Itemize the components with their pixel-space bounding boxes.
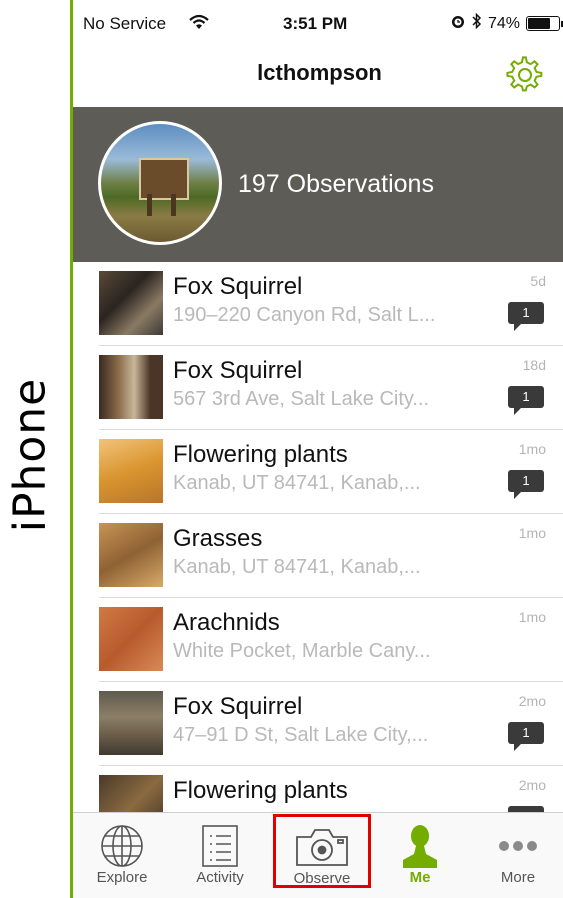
list-item[interactable]: Grasses Kanab, UT 84741, Kanab,... 1mo xyxy=(73,514,563,598)
observation-name: Grasses xyxy=(173,525,263,552)
observation-name: Flowering plants xyxy=(173,441,348,468)
observation-name: Fox Squirrel xyxy=(173,693,303,720)
tab-label: Activity xyxy=(196,869,244,886)
observation-age: 1mo xyxy=(518,441,546,457)
list-item[interactable]: Fox Squirrel 567 3rd Ave, Salt Lake City… xyxy=(73,346,563,430)
nav-bar: lcthompson xyxy=(73,48,563,106)
observation-age: 2mo xyxy=(518,693,546,709)
comment-badge: 1 xyxy=(508,386,544,415)
comment-badge: 1 xyxy=(508,722,544,751)
observation-age: 1mo xyxy=(518,609,546,625)
list-item[interactable]: Fox Squirrel 47–91 D St, Salt Lake City,… xyxy=(73,682,563,766)
phone-screen: No Service 3:51 PM 74% lcthompson 197 Ob… xyxy=(70,0,563,898)
activity-list-icon xyxy=(171,823,269,869)
observation-age: 2mo xyxy=(518,777,546,793)
observation-age: 18d xyxy=(522,357,546,373)
device-label-text: iPhone xyxy=(4,377,56,533)
bluetooth-icon xyxy=(472,12,482,34)
observation-age: 5d xyxy=(530,273,546,289)
observation-thumbnail xyxy=(99,523,163,587)
observation-name: Flowering plants xyxy=(173,777,348,804)
person-icon xyxy=(371,823,469,869)
more-dots-icon xyxy=(469,823,563,869)
camera-icon xyxy=(276,824,368,870)
tab-label: Observe xyxy=(293,870,351,887)
observation-thumbnail xyxy=(99,607,163,671)
avatar-post xyxy=(147,194,152,216)
tab-bar: Explore Activity Observe Me More xyxy=(73,812,563,898)
tab-me[interactable]: Me xyxy=(371,813,469,898)
observation-name: Arachnids xyxy=(173,609,280,636)
list-item[interactable]: Arachnids White Pocket, Marble Cany... 1… xyxy=(73,598,563,682)
status-bar: No Service 3:51 PM 74% xyxy=(73,0,563,48)
carrier-text: No Service xyxy=(83,14,167,33)
observation-location: Kanab, UT 84741, Kanab,... xyxy=(173,556,421,578)
tab-label: More xyxy=(500,869,536,886)
observation-thumbnail xyxy=(99,271,163,335)
observation-age: 1mo xyxy=(518,525,546,541)
observation-thumbnail xyxy=(99,439,163,503)
page-title: lcthompson xyxy=(257,60,382,85)
gear-icon[interactable] xyxy=(506,56,544,99)
observation-thumbnail xyxy=(99,691,163,755)
avatar-post xyxy=(171,194,176,216)
avatar[interactable] xyxy=(98,121,222,245)
clock-time: 3:51 PM xyxy=(283,14,348,33)
profile-header: 197 Observations xyxy=(73,107,563,262)
battery-icon xyxy=(526,16,563,31)
globe-icon xyxy=(73,823,171,869)
comment-badge: 1 xyxy=(508,470,544,499)
observation-name: Fox Squirrel xyxy=(173,357,303,384)
tab-more[interactable]: More xyxy=(469,813,563,898)
observation-thumbnail xyxy=(99,355,163,419)
observation-name: Fox Squirrel xyxy=(173,273,303,300)
tab-explore[interactable]: Explore xyxy=(73,813,171,898)
observation-location: Kanab, UT 84741, Kanab,... xyxy=(173,472,421,494)
tab-observe[interactable]: Observe xyxy=(273,814,371,888)
tab-activity[interactable]: Activity xyxy=(171,813,269,898)
battery-percent: 74% xyxy=(487,14,520,32)
device-label: iPhone xyxy=(0,330,60,580)
list-item[interactable]: Fox Squirrel 190–220 Canyon Rd, Salt L..… xyxy=(73,262,563,346)
status-right: 74% xyxy=(450,12,563,34)
alarm-icon xyxy=(450,13,466,34)
observation-location: White Pocket, Marble Cany... xyxy=(173,640,431,662)
observation-location: 190–220 Canyon Rd, Salt L... xyxy=(173,304,436,326)
tab-label: Me xyxy=(409,869,431,886)
list-item[interactable]: Flowering plants Kanab, UT 84741, Kanab,… xyxy=(73,430,563,514)
comment-badge: 1 xyxy=(508,302,544,331)
observation-location: 47–91 D St, Salt Lake City,... xyxy=(173,724,429,746)
battery-level xyxy=(528,18,551,29)
tab-label: Explore xyxy=(96,869,148,886)
observation-location: 567 3rd Ave, Salt Lake City... xyxy=(173,388,430,410)
observation-count: 197 Observations xyxy=(238,170,434,198)
wifi-icon xyxy=(189,14,209,35)
